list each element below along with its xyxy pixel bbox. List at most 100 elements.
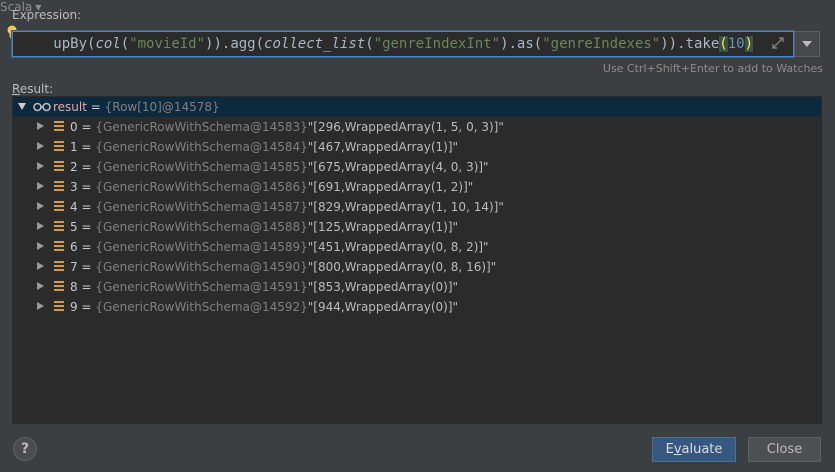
expression-token: ): [744, 36, 753, 52]
tree-item-row[interactable]: 9 = {GenericRowWithSchema@14592}"[944,Wr…: [13, 297, 821, 317]
language-selector[interactable]: Scala ▼: [0, 0, 835, 14]
item-index: 2: [70, 160, 78, 174]
expand-icon[interactable]: [771, 36, 785, 50]
item-index: 8: [70, 280, 78, 294]
tree-item-row[interactable]: 3 = {GenericRowWithSchema@14586}"[691,Wr…: [13, 177, 821, 197]
expand-arrow-icon[interactable]: [37, 222, 44, 230]
item-value: "[296,WrappedArray(1, 5, 0, 3)]": [307, 120, 504, 134]
tree-item-row[interactable]: 8 = {GenericRowWithSchema@14591}"[853,Wr…: [13, 277, 821, 297]
result-label: Result:: [12, 82, 53, 96]
item-equals: =: [77, 200, 96, 214]
expand-arrow-icon[interactable]: [37, 122, 44, 130]
expression-input[interactable]: upBy(col("movieId")).agg(collect_list("g…: [12, 31, 794, 57]
expand-arrow-icon[interactable]: [37, 282, 44, 290]
item-index: 5: [70, 220, 78, 234]
item-type: {GenericRowWithSchema@14587}: [95, 200, 308, 214]
item-equals: =: [77, 220, 96, 234]
tree-root-row[interactable]: result = {Row[10]@14578}: [13, 97, 821, 117]
item-type: {GenericRowWithSchema@14590}: [95, 260, 308, 274]
item-equals: =: [77, 280, 96, 294]
expression-label: Expression:: [12, 8, 82, 22]
expression-token: "genreIndexes": [542, 36, 661, 52]
item-value: "[451,WrappedArray(0, 8, 2)]": [307, 240, 489, 254]
root-equals: =: [86, 100, 105, 114]
item-index: 9: [70, 300, 78, 314]
expression-token: (: [719, 36, 728, 52]
item-type: {GenericRowWithSchema@14586}: [95, 180, 308, 194]
tree-item-row[interactable]: 0 = {GenericRowWithSchema@14583}"[296,Wr…: [13, 117, 821, 137]
result-label-rest: esult:: [19, 82, 54, 96]
item-equals: =: [77, 240, 96, 254]
array-element-icon: [54, 201, 64, 213]
item-type: {GenericRowWithSchema@14588}: [95, 220, 308, 234]
collapse-arrow-icon[interactable]: [18, 103, 26, 110]
expression-code: upBy(col("movieId")).agg(collect_list("g…: [53, 32, 753, 56]
expand-arrow-icon[interactable]: [37, 262, 44, 270]
tree-item-row[interactable]: 4 = {GenericRowWithSchema@14587}"[829,Wr…: [13, 197, 821, 217]
expand-arrow-icon[interactable]: [37, 182, 44, 190]
item-index: 3: [70, 180, 78, 194]
item-type: {GenericRowWithSchema@14592}: [95, 300, 308, 314]
expression-token: upBy: [53, 36, 87, 52]
tree-item-row[interactable]: 6 = {GenericRowWithSchema@14589}"[451,Wr…: [13, 237, 821, 257]
item-equals: =: [77, 120, 96, 134]
item-index: 4: [70, 200, 78, 214]
result-label-mnemonic: R: [12, 82, 20, 96]
item-value: "[829,WrappedArray(1, 10, 14)]": [307, 200, 504, 214]
array-element-icon: [54, 261, 64, 273]
result-tree[interactable]: result = {Row[10]@14578} 0 = {GenericRow…: [12, 96, 822, 424]
array-element-icon: [54, 141, 64, 153]
item-type: {GenericRowWithSchema@14591}: [95, 280, 308, 294]
expand-arrow-icon[interactable]: [37, 302, 44, 310]
add-to-watches-hint: Use Ctrl+Shift+Enter to add to Watches: [602, 62, 823, 75]
expression-token: )).agg(: [205, 36, 265, 52]
expression-token: ).as(: [500, 36, 543, 52]
item-index: 0: [70, 120, 78, 134]
help-button[interactable]: ?: [13, 437, 37, 461]
tree-item-row[interactable]: 7 = {GenericRowWithSchema@14590}"[800,Wr…: [13, 257, 821, 277]
tree-item-row[interactable]: 2 = {GenericRowWithSchema@14585}"[675,Wr…: [13, 157, 821, 177]
expression-token: )).take: [660, 36, 720, 52]
array-element-icon: [54, 301, 64, 313]
array-element-icon: [54, 121, 64, 133]
close-button[interactable]: Close: [748, 437, 821, 462]
item-equals: =: [77, 300, 96, 314]
chevron-down-icon: [802, 41, 812, 47]
expression-token: (: [120, 36, 130, 52]
evaluate-label-mnemonic: v: [673, 442, 682, 457]
expand-arrow-icon[interactable]: [37, 162, 44, 170]
expand-arrow-icon[interactable]: [37, 142, 44, 150]
item-value: "[675,WrappedArray(4, 0, 3)]": [307, 160, 489, 174]
array-element-icon: [54, 221, 64, 233]
item-type: {GenericRowWithSchema@14584}: [95, 140, 308, 154]
item-equals: =: [77, 140, 96, 154]
item-index: 6: [70, 240, 78, 254]
root-type: {Row[10]@14578}: [104, 100, 220, 114]
history-dropdown-button[interactable]: [794, 31, 820, 57]
expression-token: "movieId": [129, 36, 206, 52]
item-value: "[944,WrappedArray(0)]": [307, 300, 459, 314]
item-value: "[125,WrappedArray(1)]": [307, 220, 459, 234]
tree-item-row[interactable]: 5 = {GenericRowWithSchema@14588}"[125,Wr…: [13, 217, 821, 237]
item-value: "[691,WrappedArray(1, 2)]": [307, 180, 474, 194]
expand-arrow-icon[interactable]: [37, 202, 44, 210]
expression-token: collect_list: [264, 36, 366, 52]
item-equals: =: [77, 180, 96, 194]
item-value: "[467,WrappedArray(1)]": [307, 140, 459, 154]
expression-token: col: [95, 36, 121, 52]
array-element-icon: [54, 161, 64, 173]
expression-token: "genreIndexInt": [373, 36, 501, 52]
item-type: {GenericRowWithSchema@14585}: [95, 160, 308, 174]
array-element-icon: [54, 281, 64, 293]
evaluate-button[interactable]: Ev aluate: [652, 437, 736, 462]
item-value: "[800,WrappedArray(0, 8, 16)]": [307, 260, 497, 274]
evaluate-label-end: aluate: [681, 442, 723, 457]
tree-item-row[interactable]: 1 = {GenericRowWithSchema@14584}"[467,Wr…: [13, 137, 821, 157]
expression-token: (: [365, 36, 374, 52]
item-equals: =: [77, 260, 96, 274]
item-index: 1: [70, 140, 78, 154]
root-variable-name: result: [53, 100, 87, 114]
item-value: "[853,WrappedArray(0)]": [307, 280, 459, 294]
expand-arrow-icon[interactable]: [37, 242, 44, 250]
expression-token: 10: [727, 36, 745, 52]
